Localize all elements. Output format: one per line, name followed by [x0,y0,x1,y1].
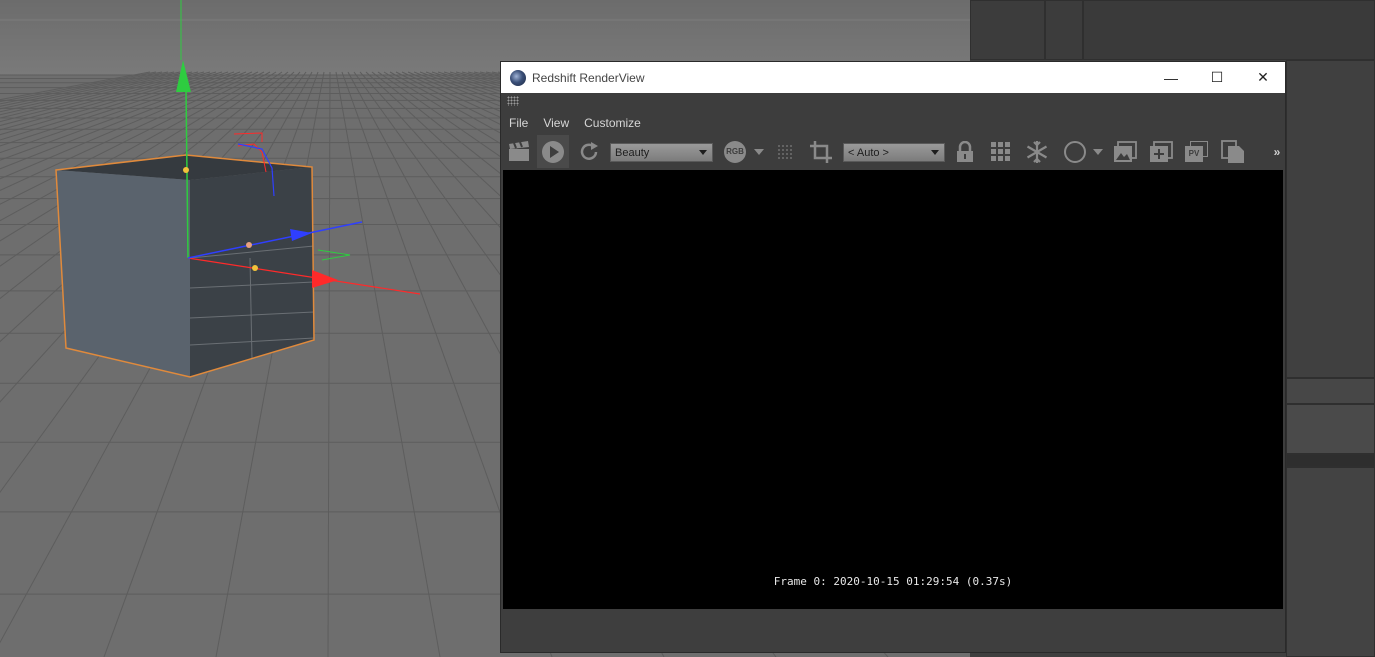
circle-icon[interactable] [1061,135,1089,168]
crop-icon[interactable] [807,135,835,168]
chevron-down-icon [931,150,939,155]
renderview-window: Redshift RenderView — ☐ ✕ File View Cust… [500,61,1286,653]
panel-bar [1286,454,1375,467]
crop-dropdown[interactable]: < Auto > [843,143,945,162]
menu-file[interactable]: File [501,116,535,130]
pv-icon[interactable]: PV [1183,135,1211,168]
frame-status-text: Frame 0: 2020-10-15 01:29:54 (0.37s) [773,575,1013,588]
add-snapshot-icon[interactable] [1147,135,1175,168]
snowflake-icon[interactable] [1023,135,1051,168]
panel-lower [1286,467,1375,657]
lock-icon[interactable] [953,135,977,168]
render-canvas[interactable]: Frame 0: 2020-10-15 01:29:54 (0.37s) [503,170,1283,609]
rgb-label: RGB [724,140,746,163]
toolbar-overflow-button[interactable]: » [1271,135,1283,168]
panel-header [1083,0,1375,60]
panel-tab-1[interactable] [970,0,1045,60]
title-bar[interactable]: Redshift RenderView — ☐ ✕ [501,62,1285,93]
renderview-bottom-panel [501,610,1285,652]
aov-dropdown-value: Beauty [615,146,650,159]
cinema4d-logo-icon [510,69,526,86]
menu-view[interactable]: View [535,116,576,130]
window-title: Redshift RenderView [532,70,645,85]
circle-menu-arrow-icon[interactable] [1091,135,1105,168]
minimize-button[interactable]: — [1148,62,1194,93]
pv-label: PV [1185,145,1203,162]
aov-dropdown[interactable]: Beauty [610,143,713,162]
tile-grid-icon[interactable] [987,135,1015,168]
toolbar-grip-icon[interactable] [507,96,519,106]
image-icon[interactable] [1111,135,1139,168]
panel-divider [1286,378,1375,404]
panel-section [1286,404,1375,454]
rgb-icon[interactable]: RGB [721,135,749,168]
clapper-icon[interactable] [505,135,533,168]
chevron-down-icon [699,150,707,155]
menu-bar: File View Customize [501,112,648,134]
cube-object[interactable] [55,154,315,378]
close-button[interactable]: ✕ [1240,62,1286,93]
play-icon[interactable] [537,135,569,168]
menu-customize[interactable]: Customize [576,116,648,130]
rgb-menu-arrow-icon[interactable] [751,135,767,168]
toolbar: Beauty RGB < Auto > PV » [501,135,1285,168]
crop-dropdown-value: < Auto > [848,146,889,159]
copy-icon[interactable] [1219,135,1247,168]
grid-dots-icon[interactable] [773,135,797,168]
desktop: Redshift RenderView — ☐ ✕ File View Cust… [0,0,1375,657]
refresh-icon[interactable] [575,135,603,168]
attributes-panel [1286,60,1375,378]
panel-tab-2[interactable] [1045,0,1083,60]
maximize-button[interactable]: ☐ [1194,62,1240,93]
